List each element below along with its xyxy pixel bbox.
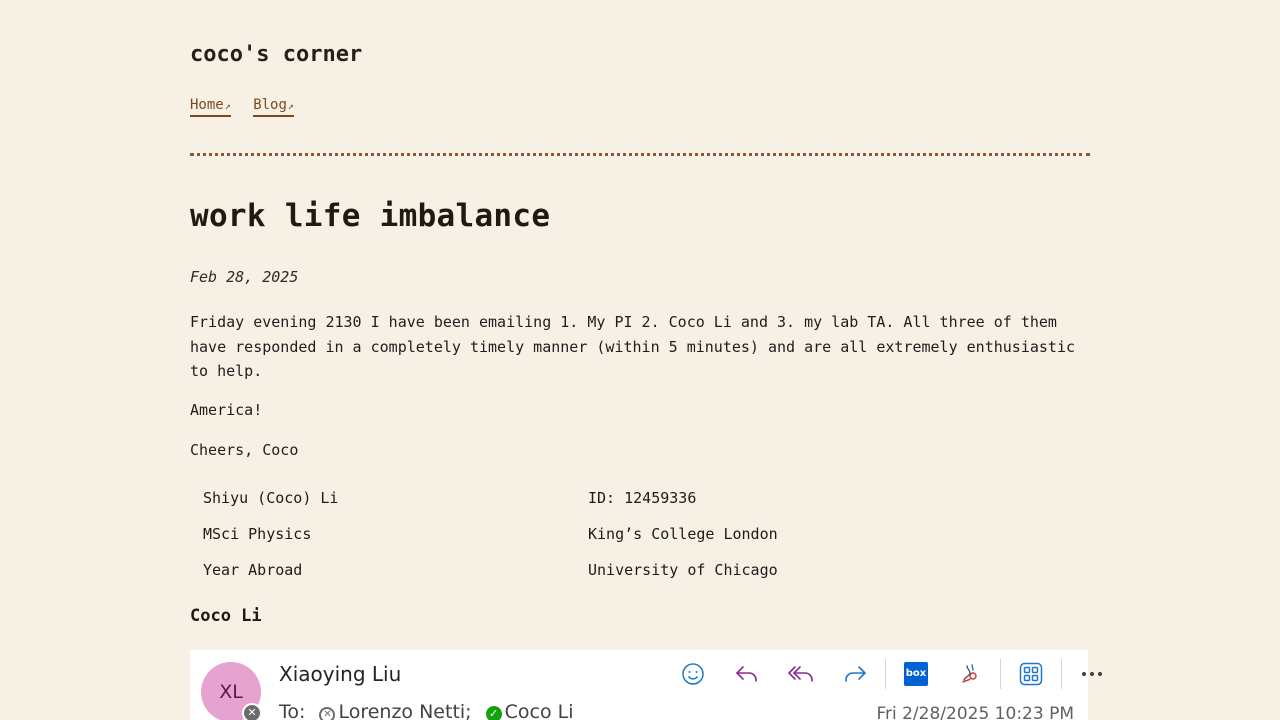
email-toolbar: box [673,658,1126,690]
recipient-name[interactable]: Coco Li [505,701,574,720]
post-paragraph: Friday evening 2130 I have been emailing… [190,313,1076,380]
post-paragraph: Cheers, Coco [190,441,299,459]
toolbar-divider [885,659,886,689]
presence-offline-icon: ✕ [319,707,336,720]
table-cell: University of Chicago [588,561,778,579]
email-timestamp: Fri 2/28/2025 10:23 PM [876,704,1074,720]
nav-blog-label: Blog [253,97,287,113]
signature-heading: Coco Li [190,606,262,626]
nav-link-home[interactable]: Home↗ [190,97,231,117]
table-row: Year Abroad University of Chicago [190,552,791,588]
external-link-icon: ↗ [224,101,231,112]
box-icon[interactable]: box [896,658,936,690]
header-divider [190,153,1090,156]
table-cell: King’s College London [588,525,778,543]
apps-icon[interactable] [1011,658,1051,690]
post-paragraph: America! [190,401,263,419]
reply-icon[interactable] [727,658,767,690]
toolbar-divider [1000,659,1001,689]
table-cell: Year Abroad [203,561,303,579]
signature-info-table: Shiyu (Coco) Li ID: 12459336 MSci Physic… [190,480,791,588]
more-icon[interactable] [1072,658,1112,690]
recipient-name[interactable]: Lorenzo Netti; [338,701,471,720]
presence-available-icon: ✓ [485,706,502,720]
table-cell: MSci Physics [203,525,312,543]
toolbar-divider [1061,659,1062,689]
table-row: Shiyu (Coco) Li ID: 12459336 [190,480,791,516]
email-screenshot: XL ✕ Xiaoying Liu box To: ✕ Lorenzo Nett… [190,650,1102,720]
external-link-icon: ↗ [287,101,294,112]
sign-icon[interactable] [950,658,990,690]
post-date: Feb 28, 2025 [190,268,299,286]
to-label: To: [279,701,306,720]
presence-offline-icon: ✕ [242,703,262,720]
sender-name: Xiaoying Liu [279,662,402,686]
nav-home-label: Home [190,97,224,113]
reply-all-icon[interactable] [781,658,821,690]
nav-link-blog[interactable]: Blog↗ [253,97,294,117]
post-title: work life imbalance [190,198,551,234]
site-title: coco's corner [190,42,363,67]
site-nav: Home↗ Blog↗ [190,97,308,117]
recipients-line: To: ✕ Lorenzo Netti; ✓ Coco Li [279,701,574,720]
emoji-icon[interactable] [673,658,713,690]
table-cell: Shiyu (Coco) Li [203,489,339,507]
table-row: MSci Physics King’s College London [190,516,791,552]
forward-icon[interactable] [835,658,875,690]
table-cell: ID: 12459336 [588,489,697,507]
